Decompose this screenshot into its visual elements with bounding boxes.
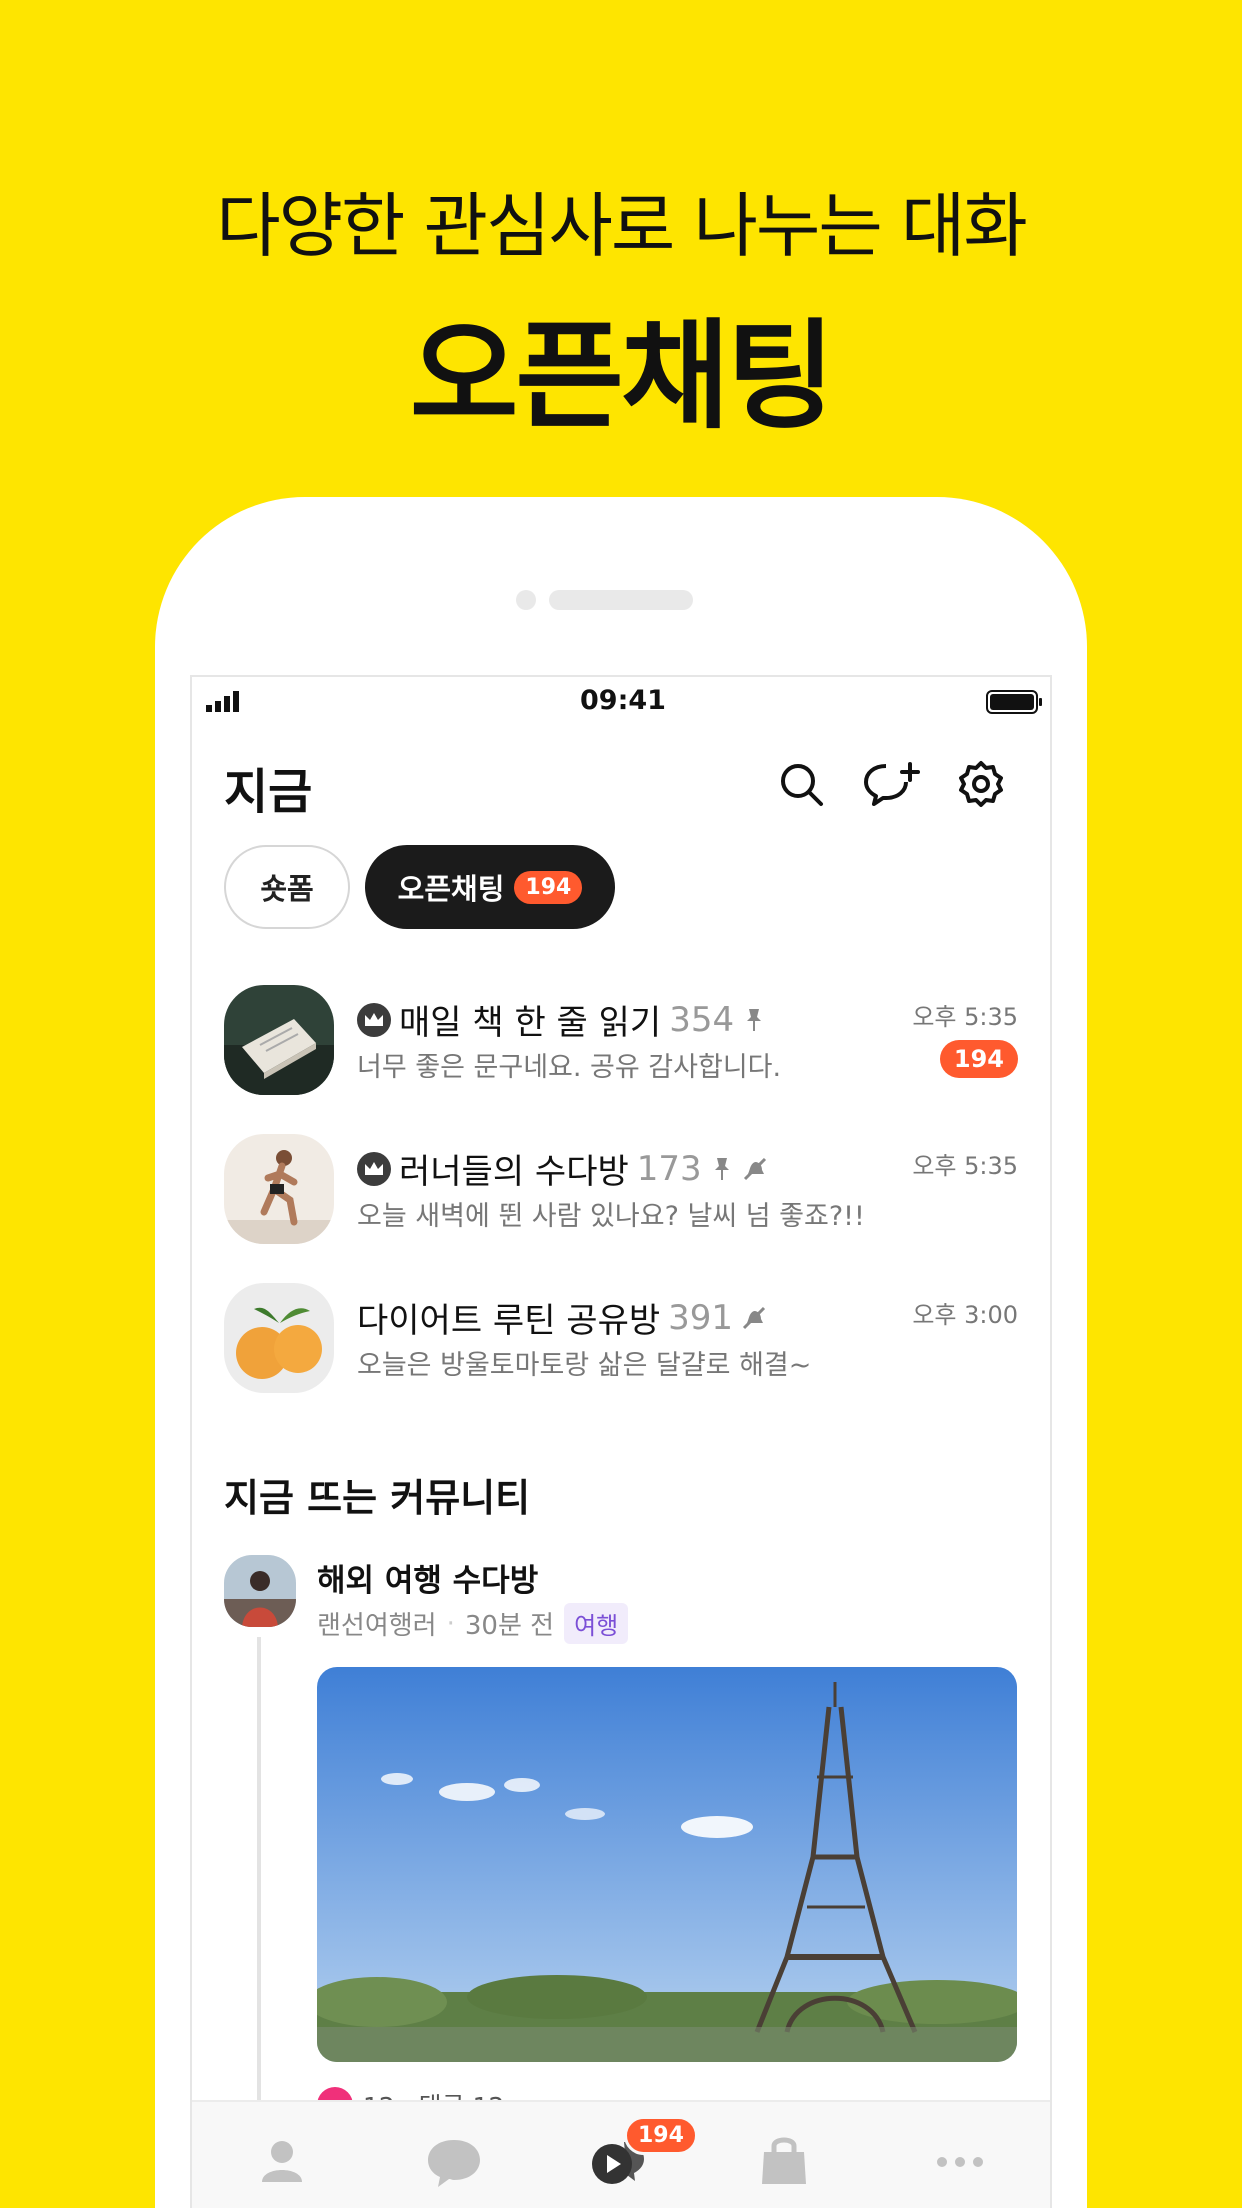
member-count: 173	[636, 1148, 702, 1189]
chats-tab-icon[interactable]	[424, 2132, 484, 2192]
settings-icon[interactable]	[957, 760, 1005, 808]
tab-shorts-label: 숏폼	[260, 872, 314, 906]
status-time: 09:41	[580, 685, 666, 716]
app-screen: 09:41 지금 숏폼 오픈채팅 194 매일 책 한 줄 읽기 354 너무 …	[190, 675, 1052, 2208]
member-count: 354	[669, 999, 735, 1040]
bottom-tab-bar: 194	[192, 2100, 1050, 2208]
promo-headline: 다양한 관심사로 나누는 대화	[216, 185, 1028, 267]
page-title: 지금	[224, 764, 313, 820]
post-photo[interactable]	[317, 1667, 1017, 2062]
community-meta: 랜선여행러 · 30분 전 여행	[317, 1603, 629, 1644]
author-name: 랜선여행러	[317, 1611, 437, 1641]
crown-icon	[357, 1002, 391, 1037]
chat-title-row: 러너들의 수다방 173	[357, 1144, 768, 1193]
community-avatar[interactable]	[224, 1555, 296, 1627]
chat-last-message: 너무 좋은 문구네요. 공유 감사합니다.	[357, 1052, 782, 1083]
meta-separator: ·	[446, 1608, 455, 1639]
openchat-tab-badge: 194	[624, 2116, 698, 2155]
chat-title-row: 매일 책 한 줄 읽기 354	[357, 995, 766, 1044]
search-icon[interactable]	[777, 760, 825, 808]
unread-badge: 194	[939, 1040, 1018, 1078]
pin-icon	[747, 1008, 762, 1031]
member-count: 391	[668, 1297, 734, 1338]
chat-last-message: 오늘 새벽에 뛴 사람 있나요? 날씨 넘 좋죠?!!	[357, 1201, 865, 1232]
tab-shorts[interactable]: 숏폼	[224, 845, 350, 929]
chat-avatar-diet	[224, 1283, 334, 1393]
phone-camera	[516, 590, 536, 610]
chat-row-runners[interactable]: 러너들의 수다방 173 오늘 새벽에 뛴 사람 있나요? 날씨 넘 좋죠?!!…	[192, 1134, 1050, 1244]
friends-tab-icon[interactable]	[252, 2132, 312, 2192]
tab-openchat-label: 오픈채팅	[397, 872, 505, 906]
promo-title: 오픈채팅	[409, 307, 835, 445]
chat-title: 매일 책 한 줄 읽기	[399, 1003, 662, 1043]
chat-time: 오후 3:00	[912, 1301, 1018, 1329]
chat-title: 다이어트 루틴 공유방	[357, 1301, 661, 1341]
mute-icon	[743, 1157, 766, 1180]
shopping-tab-icon[interactable]	[754, 2132, 814, 2192]
phone-speaker	[549, 590, 693, 610]
openchat-badge: 194	[514, 870, 583, 904]
pin-icon	[714, 1157, 729, 1180]
crown-icon	[357, 1151, 391, 1186]
mute-icon	[742, 1306, 766, 1329]
chat-avatar-runners	[224, 1134, 334, 1244]
chat-row-book[interactable]: 매일 책 한 줄 읽기 354 너무 좋은 문구네요. 공유 감사합니다. 오후…	[192, 985, 1050, 1095]
chat-last-message: 오늘은 방울토마토랑 삶은 달걀로 해결~	[357, 1350, 812, 1381]
chat-title: 러너들의 수다방	[399, 1152, 629, 1192]
tab-openchat[interactable]: 오픈채팅 194	[365, 845, 615, 929]
chat-time: 오후 5:35	[912, 1152, 1018, 1180]
chat-title-row: 다이어트 루틴 공유방 391	[357, 1293, 767, 1342]
battery-icon	[986, 690, 1042, 714]
category-tag[interactable]: 여행	[564, 1603, 629, 1644]
new-chat-icon[interactable]	[864, 760, 920, 808]
section-title: 지금 뜨는 커뮤니티	[224, 1476, 531, 1520]
chat-time: 오후 5:35	[912, 1003, 1018, 1031]
chat-avatar-book	[224, 985, 334, 1095]
more-tab-icon[interactable]	[930, 2132, 990, 2192]
post-time: 30분 전	[464, 1611, 555, 1641]
community-post-title[interactable]: 해외 여행 수다방	[317, 1555, 538, 1600]
status-bar: 09:41	[192, 677, 1050, 725]
chat-row-diet[interactable]: 다이어트 루틴 공유방 391 오늘은 방울토마토랑 삶은 달걀로 해결~ 오후…	[192, 1283, 1050, 1393]
